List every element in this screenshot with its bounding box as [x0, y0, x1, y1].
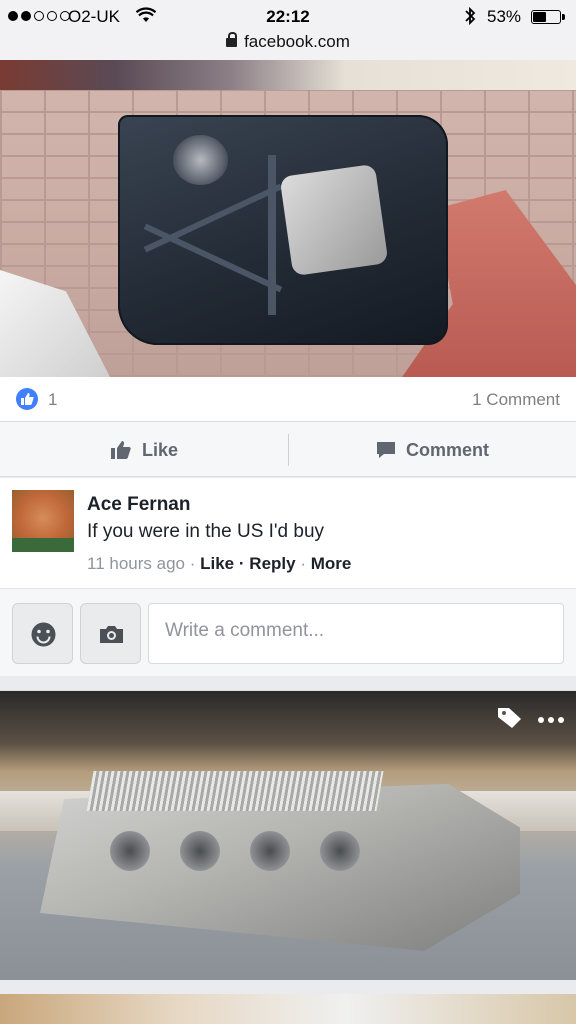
battery-icon: [531, 10, 565, 24]
post-actions: Like Comment: [0, 421, 576, 477]
comment-meta: 11 hours ago · Like · Reply · More: [87, 554, 352, 573]
emoji-button[interactable]: [12, 603, 73, 664]
post-photo-engine-block[interactable]: [0, 60, 576, 377]
battery-percent: 53%: [487, 7, 522, 26]
comment-input[interactable]: Write a comment...: [148, 603, 564, 664]
comment-more-link[interactable]: More: [311, 554, 352, 573]
comment-author[interactable]: Ace Fernan: [87, 494, 190, 516]
comment-reply-link[interactable]: Reply: [249, 554, 295, 573]
like-button[interactable]: Like: [110, 422, 178, 478]
comment-item: Ace Fernan If you were in the US I'd buy…: [0, 478, 576, 588]
bluetooth-icon: [464, 6, 476, 31]
camera-button[interactable]: [80, 603, 141, 664]
lock-icon: [226, 32, 238, 47]
like-label: Like: [142, 439, 179, 460]
tag-icon[interactable]: [496, 705, 524, 734]
status-bar: O2-UK 22:12 53% facebook.com: [0, 0, 576, 60]
thumbs-up-icon: [16, 388, 38, 410]
comment-composer: Write a comment...: [0, 588, 576, 676]
comment-button[interactable]: Comment: [376, 422, 489, 478]
url-text: facebook.com: [244, 32, 350, 51]
comment-timestamp: 11 hours ago: [87, 554, 185, 573]
post-photo-cylinder-head[interactable]: [0, 690, 576, 980]
comment-like-link[interactable]: Like: [200, 554, 234, 573]
thumbs-up-icon: [111, 441, 131, 459]
url-bar[interactable]: facebook.com: [0, 32, 576, 52]
comment-text: If you were in the US I'd buy: [87, 521, 325, 542]
comment-label: Comment: [406, 439, 490, 460]
like-count[interactable]: 1: [48, 390, 57, 410]
camera-icon: [100, 626, 123, 643]
smiley-icon: [31, 622, 56, 647]
comment-count[interactable]: 1 Comment: [472, 390, 560, 410]
more-dots-icon[interactable]: [538, 716, 564, 723]
next-post-photo[interactable]: [0, 994, 576, 1024]
speech-bubble-icon: [377, 442, 395, 458]
avatar[interactable]: [12, 490, 74, 552]
reactions-row: 1 1 Comment: [0, 377, 576, 421]
